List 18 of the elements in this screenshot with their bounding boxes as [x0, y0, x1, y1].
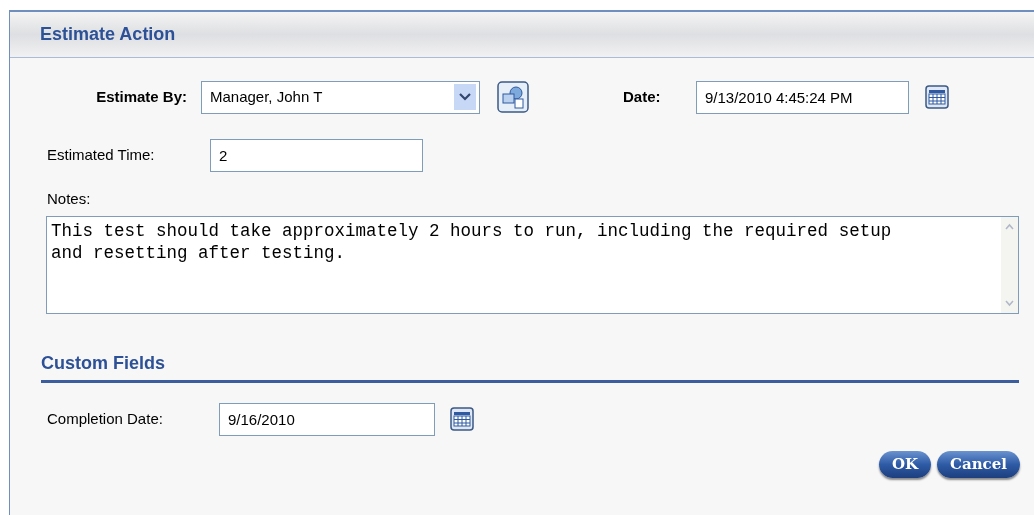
ok-button[interactable]: OK	[878, 451, 932, 478]
field-label: Estimate By:	[95, 86, 188, 107]
calendar-icon[interactable]	[450, 407, 474, 431]
field-label: Estimated Time:	[46, 144, 156, 165]
date-field[interactable]: 9/13/2010 4:45:24 PM	[696, 80, 909, 114]
calendar-icon[interactable]	[925, 85, 949, 109]
field-label: Completion Date:	[46, 408, 164, 429]
section-title: Custom Fields	[41, 353, 165, 373]
panel-title: Estimate Action	[40, 23, 176, 46]
estimated-time-field[interactable]: 2	[210, 138, 423, 172]
field-label: Notes:	[47, 190, 91, 207]
chevron-down-icon	[454, 84, 476, 110]
field-label: Date:	[623, 86, 662, 107]
estimate-by-dropdown[interactable]: Manager, John T	[201, 80, 480, 114]
notes-field[interactable]: This test should take approximately 2 hours to run, including the required setup and resetting after testing.	[46, 216, 1019, 314]
cancel-button[interactable]: Cancel	[937, 451, 1020, 478]
user-lookup-icon[interactable]	[497, 81, 529, 113]
completion-date-field[interactable]: 9/16/2010	[219, 402, 435, 436]
